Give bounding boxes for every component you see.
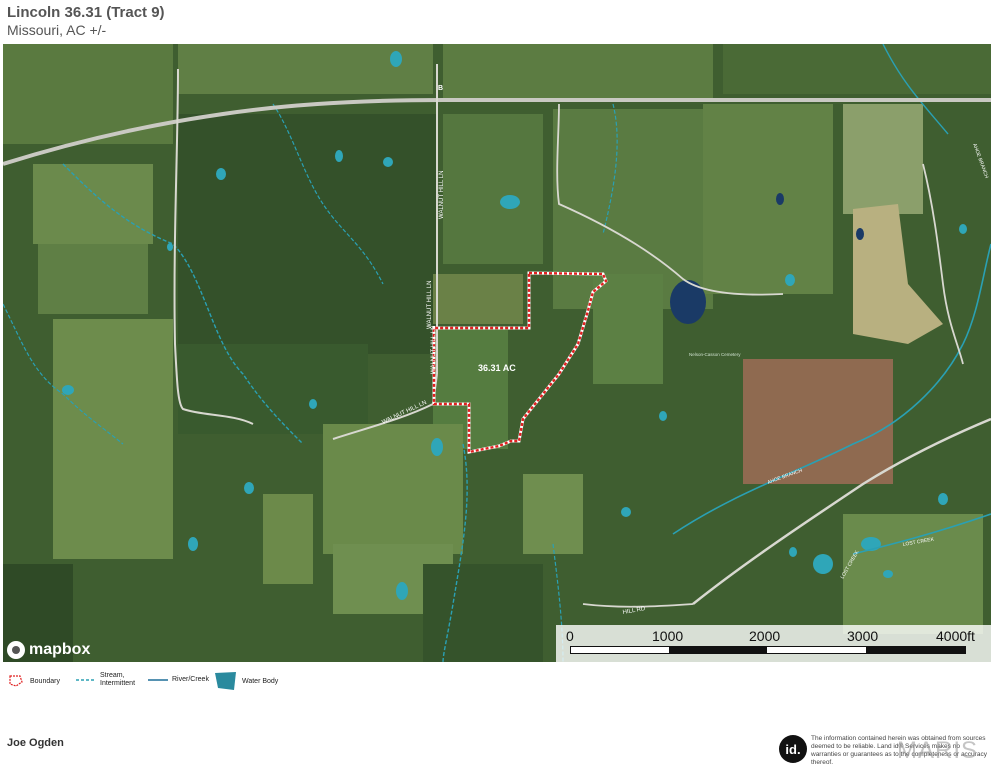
- road-label-walnut-hill-3: WALNUT HILL LN: [431, 326, 437, 374]
- legend-water-body: Water Body: [214, 670, 278, 692]
- scale-tick-4000ft: 4000ft: [936, 628, 975, 644]
- map-canvas[interactable]: 36.31 AC WALNUT HILL LN WALNUT HILL LN W…: [3, 44, 991, 662]
- legend-stream-label: Stream, Intermittent: [100, 672, 136, 687]
- land-id-logo: id.: [779, 735, 807, 763]
- parcel-area-label: 36.31 AC: [478, 363, 516, 373]
- scale-bar-graphic: [570, 646, 966, 654]
- scale-tick-0: 0: [566, 628, 574, 644]
- road-label-walnut-hill-1: WALNUT HILL LN: [439, 171, 445, 219]
- legend-river: River/Creek: [148, 676, 209, 683]
- scale-segment: [669, 647, 767, 653]
- boundary-legend-icon: [9, 675, 23, 687]
- map-header: Lincoln 36.31 (Tract 9) Missouri, AC +/-: [0, 0, 994, 44]
- route-label-b: B: [438, 85, 443, 92]
- legend-boundary: Boundary: [8, 674, 60, 688]
- map-legend: Boundary Stream, Intermittent River/Cree…: [0, 668, 994, 698]
- maris-watermark: MARIS: [897, 737, 979, 764]
- cemetery-label: Nelson-Casson Cemetery: [689, 352, 741, 357]
- water-body-legend-icon: [215, 672, 236, 690]
- mapbox-attribution[interactable]: mapbox: [7, 638, 90, 662]
- legend-stream: Stream, Intermittent: [76, 672, 135, 688]
- scale-bar: 0 1000 2000 3000 4000ft: [556, 625, 991, 662]
- map-subtitle: Missouri, AC +/-: [7, 22, 107, 38]
- legend-boundary-label: Boundary: [30, 677, 60, 685]
- satellite-map[interactable]: 36.31 AC WALNUT HILL LN WALNUT HILL LN W…: [3, 44, 991, 662]
- scale-tick-2000: 2000: [749, 628, 781, 644]
- river-legend-icon: [148, 678, 168, 681]
- legend-river-label: River/Creek: [172, 676, 209, 683]
- stream-legend-icon: [76, 679, 96, 681]
- agent-name: Joe Ogden: [7, 737, 64, 749]
- scale-tick-1000: 1000: [652, 628, 684, 644]
- road-label-walnut-hill-2: WALNUT HILL LN: [427, 281, 433, 329]
- map-title: Lincoln 36.31 (Tract 9): [7, 4, 165, 21]
- legend-water-body-label: Water Body: [242, 677, 279, 685]
- mapbox-icon: [7, 641, 25, 659]
- scale-segment: [866, 647, 965, 653]
- scale-tick-3000: 3000: [847, 628, 879, 644]
- mapbox-text: mapbox: [29, 641, 91, 658]
